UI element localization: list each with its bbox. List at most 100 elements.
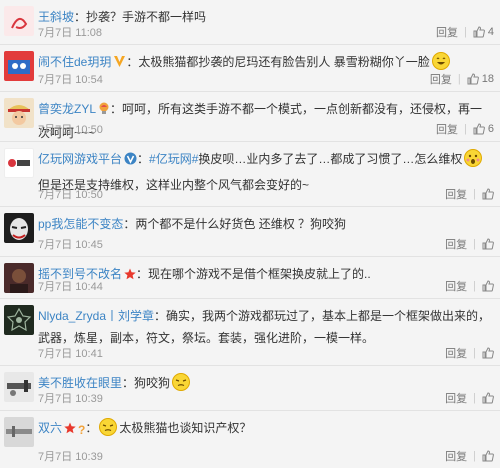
comment-text: ：狗咬狗 (122, 376, 171, 390)
comment-item: 闹不住de玥玥 ：太极熊猫都抄袭的尼玛还有脸告别人 暴雪粉糊你丫一脸 7月7日 1… (0, 45, 500, 92)
star-badge-icon (124, 265, 136, 287)
user-name[interactable]: 亿玩网游戏平台 (38, 152, 122, 166)
sleepy-emoji-icon (99, 418, 118, 443)
comment-time: 7月7日 11:08 (38, 27, 103, 39)
question-badge-icon: ? (78, 423, 86, 437)
thumbs-up-icon (473, 26, 485, 38)
lightbulb-badge-icon (98, 100, 110, 122)
user-name[interactable]: 曾奕龙ZYL (38, 102, 96, 116)
divider: | (473, 188, 476, 200)
thumbs-up-icon (482, 188, 494, 200)
comment-actions: 回复 | 6 (436, 121, 494, 137)
comment-item: 王斜坡：抄袭？手游不都一样吗 7月7日 11:08 回复 | 4 (0, 0, 500, 45)
like-button[interactable]: 4 (473, 26, 494, 38)
thumbs-up-icon (482, 392, 494, 404)
comment-item: Nlyda_Zryda丨刘学章：确实，我两个游戏都玩过了，基本上都是一个框架做出… (0, 299, 500, 366)
avatar[interactable] (4, 213, 34, 243)
comment-body: 王斜坡：抄袭？手游不都一样吗 (38, 6, 494, 28)
comment-time: 7月7日 10:41 (38, 348, 103, 360)
comment-actions: 回复 | (445, 390, 494, 406)
like-count: 4 (487, 26, 494, 38)
divider: | (473, 450, 476, 462)
user-name[interactable]: 美不胜收在眼里 (38, 376, 122, 390)
comment-time: 7月7日 10:44 (38, 281, 103, 293)
reply-button[interactable]: 回复 (436, 121, 458, 137)
thumbs-up-icon (482, 347, 494, 359)
like-button[interactable]: 18 (467, 73, 494, 85)
divider: | (464, 26, 467, 38)
user-name[interactable]: 王斜坡 (38, 10, 74, 24)
avatar[interactable] (4, 305, 34, 335)
comment-actions: 回复 | (445, 186, 494, 202)
reply-button[interactable]: 回复 (430, 71, 452, 87)
thumbs-up-icon (482, 280, 494, 292)
comment-actions: 回复 | (445, 345, 494, 361)
comment-item: 美不胜收在眼里：狗咬狗 7月7日 10:39 回复 | (0, 366, 500, 411)
divider: | (473, 392, 476, 404)
comment-body: 摇不到号不改名 ：现在哪个游戏不是借个框架换皮就上了的.. (38, 263, 494, 287)
divider: | (457, 73, 461, 85)
comment-actions: 回复 | (445, 448, 494, 464)
comment-item: 亿玩网游戏平台 ：#亿玩网#换皮呗…业内多了去了…都成了习惯了…怎么维权但是还是支… (0, 142, 500, 207)
avatar[interactable] (4, 263, 34, 293)
reply-button[interactable]: 回复 (436, 24, 458, 40)
like-button[interactable] (482, 188, 494, 200)
comment-actions: 回复 | (445, 236, 494, 252)
comment-body: 双六?： 太极熊猫也谈知识产权？ (38, 417, 494, 443)
thumbs-up-icon (467, 73, 479, 85)
comment-time: 7月7日 10:50 (38, 124, 103, 136)
avatar[interactable] (4, 6, 34, 36)
divider: | (473, 280, 476, 292)
comment-body: 曾奕龙ZYL ：呵呵，所有这类手游不都一个模式，一点创新都没有，还侵权，再一次呵呵… (38, 98, 494, 144)
like-button[interactable]: 6 (473, 123, 494, 135)
thumbs-up-icon (473, 123, 485, 135)
divider: | (464, 123, 467, 135)
comment-time: 7月7日 10:39 (38, 393, 103, 405)
comment-actions: 回复 | 18 (430, 71, 494, 87)
sleepy-emoji-icon (172, 373, 191, 398)
comment-text: 太极熊猫也谈知识产权？ (119, 421, 252, 435)
verified-v-icon (124, 150, 137, 172)
user-name[interactable]: 闹不住de玥玥 (38, 55, 111, 69)
reply-button[interactable]: 回复 (445, 278, 467, 294)
reply-button[interactable]: 回复 (445, 390, 467, 406)
user-name[interactable]: 双六 (38, 421, 62, 435)
comment-body: pp我怎能不变态：两个都不是什么好货色 还维权 ？狗咬狗 (38, 213, 494, 235)
verified-v-icon (113, 53, 126, 75)
avatar[interactable] (4, 51, 34, 81)
comment-text: 换皮呗…业内多了去了…都成了习惯了…怎么维权 (198, 152, 463, 166)
avatar[interactable] (4, 98, 34, 128)
hashtag-link[interactable]: #亿玩网# (149, 152, 198, 166)
comment-time: 7月7日 10:54 (38, 74, 103, 86)
comment-list: 王斜坡：抄袭？手游不都一样吗 7月7日 11:08 回复 | 4 闹不住de玥玥… (0, 0, 500, 468)
comment-body: 亿玩网游戏平台 ：#亿玩网#换皮呗…业内多了去了…都成了习惯了…怎么维权但是还是支… (38, 148, 494, 196)
user-name[interactable]: pp我怎能不变态 (38, 217, 123, 231)
like-button[interactable] (482, 450, 494, 462)
like-count: 6 (487, 123, 494, 135)
comment-body: 美不胜收在眼里：狗咬狗 (38, 372, 494, 398)
avatar[interactable] (4, 148, 34, 178)
like-button[interactable] (482, 238, 494, 250)
reply-button[interactable]: 回复 (445, 448, 467, 464)
like-count: 18 (481, 73, 494, 85)
divider: | (473, 347, 476, 359)
avatar[interactable] (4, 372, 34, 402)
like-button[interactable] (482, 392, 494, 404)
user-name[interactable]: Nlyda_Zryda丨刘学章 (38, 309, 154, 323)
like-button[interactable] (482, 347, 494, 359)
divider: | (473, 238, 476, 250)
comment-text: ：抄袭？手游不都一样吗 (74, 10, 207, 24)
thumbs-up-icon (482, 450, 494, 462)
like-button[interactable] (482, 280, 494, 292)
comment-body: Nlyda_Zryda丨刘学章：确实，我两个游戏都玩过了，基本上都是一个框架做出… (38, 305, 494, 349)
reply-button[interactable]: 回复 (445, 186, 467, 202)
comment-body: 闹不住de玥玥 ：太极熊猫都抄袭的尼玛还有脸告别人 暴雪粉糊你丫一脸 (38, 51, 494, 77)
reply-button[interactable]: 回复 (445, 345, 467, 361)
reply-button[interactable]: 回复 (445, 236, 467, 252)
comment-item: 摇不到号不改名 ：现在哪个游戏不是借个框架换皮就上了的.. 7月7日 10:44 … (0, 257, 500, 299)
avatar[interactable] (4, 417, 34, 447)
thumbs-up-icon (482, 238, 494, 250)
comment-text: ：两个都不是什么好货色 还维权 ？狗咬狗 (123, 217, 347, 231)
comment-actions: 回复 | (445, 278, 494, 294)
comment-time: 7月7日 10:50 (38, 189, 103, 201)
